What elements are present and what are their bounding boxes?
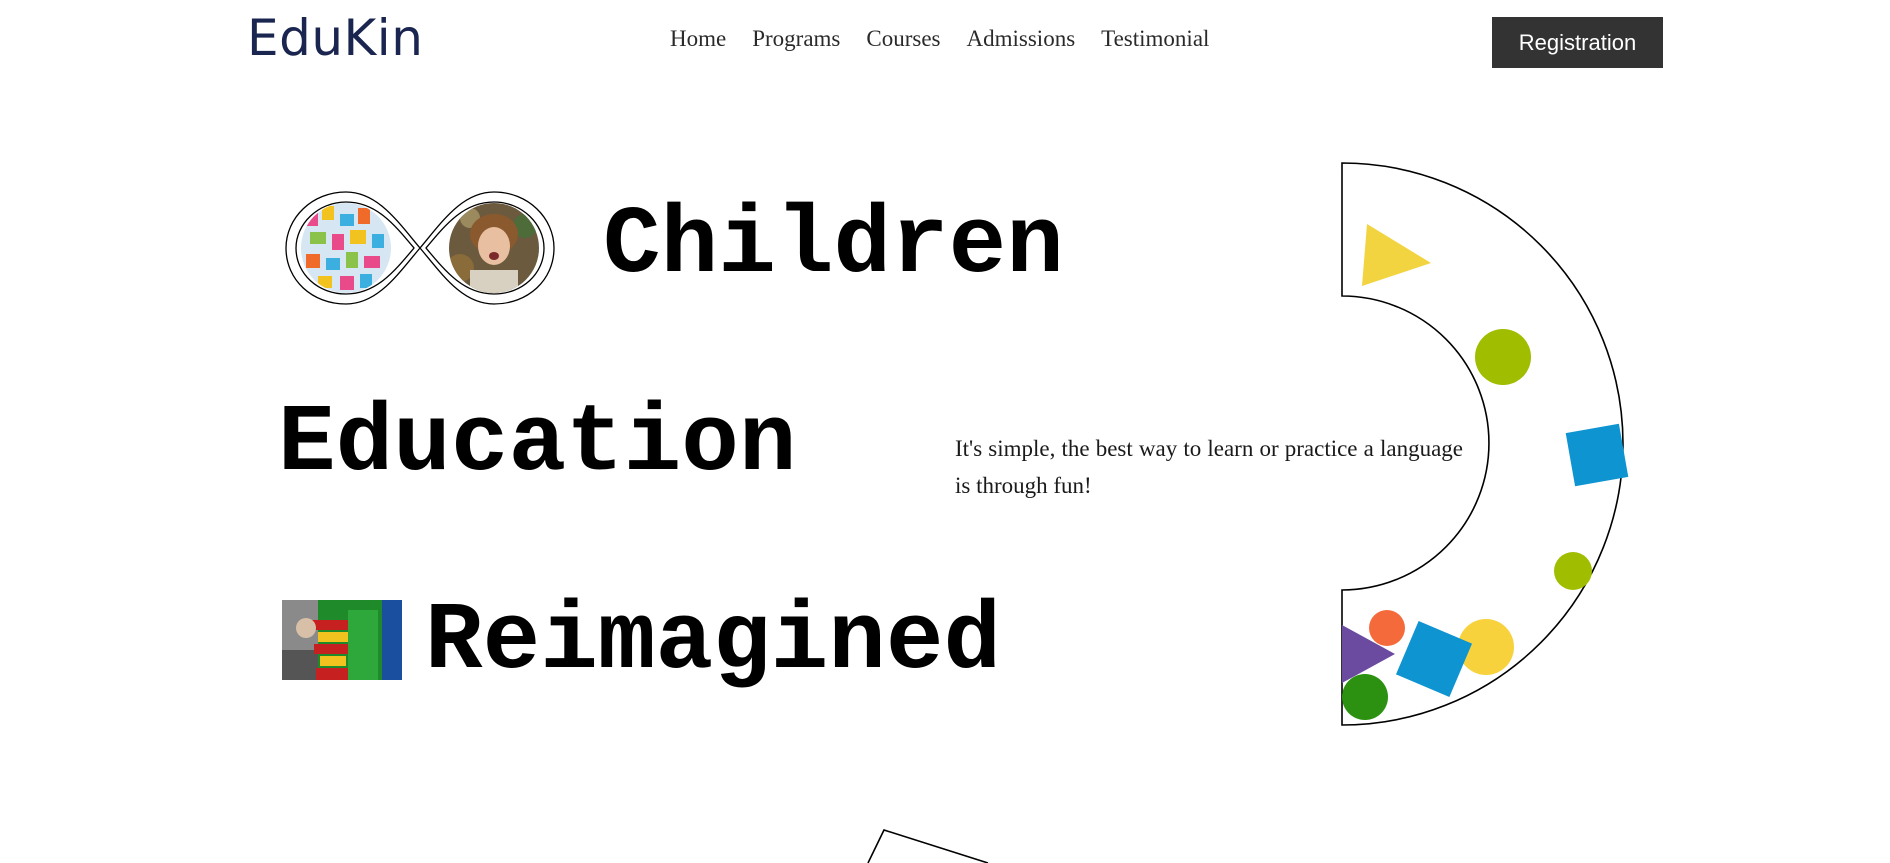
building-blocks-photo	[282, 600, 402, 680]
green-circle-shape	[1342, 674, 1388, 720]
lime-circle-shape	[1475, 329, 1531, 385]
hero-word-education: Education	[278, 389, 797, 498]
registration-button[interactable]: Registration	[1492, 17, 1663, 68]
decorative-outline-shape	[867, 829, 989, 863]
nav-admissions[interactable]: Admissions	[967, 26, 1076, 52]
blue-square-shape	[1565, 423, 1629, 487]
nav-testimonial[interactable]: Testimonial	[1101, 26, 1209, 52]
orange-circle-shape	[1369, 610, 1405, 646]
nav-courses[interactable]: Courses	[866, 26, 940, 52]
site-logo[interactable]: EduKin	[247, 9, 423, 67]
hero-word-children: Children	[603, 191, 1064, 300]
nav-home[interactable]: Home	[670, 26, 726, 52]
small-lime-circle-shape	[1554, 552, 1592, 590]
shapes-half-ring	[1341, 162, 1629, 726]
hero-word-reimagined: Reimagined	[425, 587, 1002, 696]
nav-programs[interactable]: Programs	[752, 26, 840, 52]
infinity-photo-frame	[285, 191, 555, 305]
main-nav: Home Programs Courses Admissions Testimo…	[670, 26, 1209, 52]
